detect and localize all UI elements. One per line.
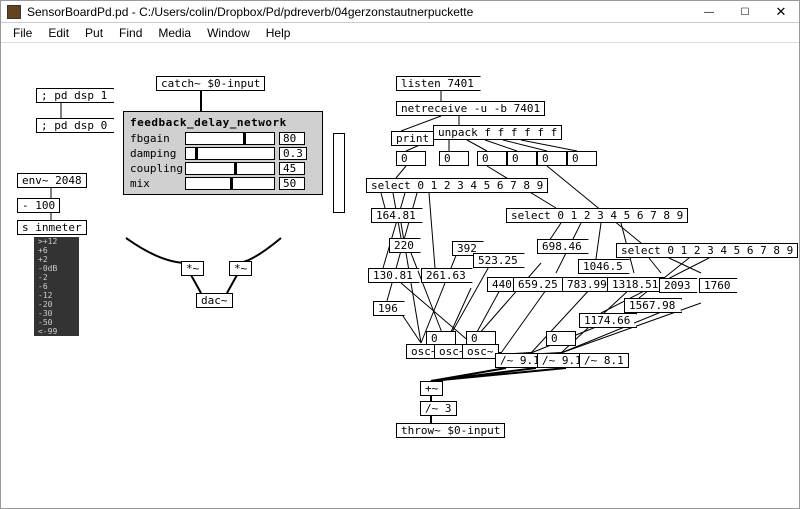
num-u4[interactable]: 0 (537, 151, 567, 166)
fdn-coupling-row: coupling 45 (130, 162, 316, 175)
maximize-button[interactable]: ☐ (727, 1, 763, 23)
msg-l[interactable]: 1046.5 (578, 259, 630, 274)
patch-canvas[interactable]: ; pd dsp 1 ; pd dsp 0 env~ 2048 - 100 s … (1, 43, 799, 508)
menu-media[interactable]: Media (150, 26, 199, 40)
msg-d[interactable]: 196 (373, 301, 405, 316)
msg-i[interactable]: 659.25 (513, 277, 565, 292)
app-window: SensorBoardPd.pd - C:/Users/colin/Dropbo… (0, 0, 800, 509)
num-u1[interactable]: 0 (439, 151, 469, 166)
msg-c[interactable]: 130.81 (368, 268, 420, 283)
obj-select-b[interactable]: select 0 1 2 3 4 5 6 7 8 9 (506, 208, 688, 223)
slider-fbgain[interactable] (185, 132, 275, 145)
num-env[interactable]: - 100 (17, 198, 60, 213)
msg-pd-dsp-1[interactable]: ; pd dsp 1 (36, 88, 114, 103)
subpatch-title: feedback_delay_network (130, 116, 316, 129)
obj-select-a[interactable]: select 0 1 2 3 4 5 6 7 8 9 (366, 178, 548, 193)
num-mix[interactable]: 50 (279, 177, 305, 190)
obj-mul2[interactable]: *~ (229, 261, 252, 276)
menu-file[interactable]: File (5, 26, 40, 40)
msg-g[interactable]: 523.25 (473, 253, 525, 268)
vu-meter: >+12+6+2 -0dB-2-6 -12-20-30 -50<-99 (34, 237, 79, 336)
slider-coupling[interactable] (185, 162, 275, 175)
obj-env[interactable]: env~ 2048 (17, 173, 87, 188)
slider-mix[interactable] (185, 177, 275, 190)
msg-listen[interactable]: listen 7401 (396, 76, 481, 91)
titlebar[interactable]: SensorBoardPd.pd - C:/Users/colin/Dropbo… (1, 1, 799, 23)
slider-damping[interactable] (185, 147, 275, 160)
num-coupling[interactable]: 45 (279, 162, 305, 175)
msg-j[interactable]: 698.46 (537, 239, 589, 254)
msg-q[interactable]: 1760 (699, 278, 738, 293)
obj-catch[interactable]: catch~ $0-input (156, 76, 265, 91)
menu-edit[interactable]: Edit (40, 26, 77, 40)
num-fbgain[interactable]: 80 (279, 132, 305, 145)
fdn-fbgain-row: fbgain 80 (130, 132, 316, 145)
obj-dac[interactable]: dac~ (196, 293, 233, 308)
num-u0[interactable]: 0 (396, 151, 426, 166)
num-osc3[interactable]: 0 (546, 331, 576, 346)
obj-div3[interactable]: /~ 8.1 (579, 353, 629, 368)
obj-select-c[interactable]: select 0 1 2 3 4 5 6 7 8 9 (616, 243, 798, 258)
fdn-mix-row: mix 50 (130, 177, 316, 190)
obj-print[interactable]: print (391, 131, 434, 146)
obj-osc3[interactable]: osc~ (462, 344, 499, 359)
menubar: File Edit Put Find Media Window Help (1, 23, 799, 43)
obj-throw[interactable]: throw~ $0-input (396, 423, 505, 438)
msg-p[interactable]: 2093 (659, 278, 698, 293)
obj-mul1[interactable]: *~ (181, 261, 204, 276)
msg-e[interactable]: 261.63 (421, 268, 473, 283)
obj-add[interactable]: +~ (420, 381, 443, 396)
obj-netreceive[interactable]: netreceive -u -b 7401 (396, 101, 545, 116)
minimize-button[interactable]: — (691, 1, 727, 23)
menu-put[interactable]: Put (77, 26, 111, 40)
vslider[interactable] (333, 133, 345, 213)
fdn-damping-row: damping 0.3 (130, 147, 316, 160)
msg-pd-dsp-0[interactable]: ; pd dsp 0 (36, 118, 114, 133)
close-button[interactable]: ✕ (763, 1, 799, 23)
msg-n[interactable]: 1174.66 (579, 313, 637, 328)
msg-a[interactable]: 164.81 (371, 208, 423, 223)
num-u5[interactable]: 0 (567, 151, 597, 166)
menu-window[interactable]: Window (199, 26, 258, 40)
msg-b[interactable]: 220 (389, 238, 421, 253)
num-damping[interactable]: 0.3 (279, 147, 307, 160)
obj-unpack[interactable]: unpack f f f f f f (433, 125, 562, 140)
subpatch-fdn[interactable]: feedback_delay_network fbgain 80 damping… (123, 111, 323, 195)
msg-o[interactable]: 1567.98 (624, 298, 682, 313)
num-u2[interactable]: 0 (477, 151, 507, 166)
obj-divfinal[interactable]: /~ 3 (420, 401, 457, 416)
pd-icon (7, 5, 21, 19)
menu-find[interactable]: Find (111, 26, 150, 40)
window-title: SensorBoardPd.pd - C:/Users/colin/Dropbo… (27, 5, 473, 19)
msg-m[interactable]: 1318.51 (607, 277, 665, 292)
menu-help[interactable]: Help (258, 26, 299, 40)
msg-k[interactable]: 783.99 (562, 277, 614, 292)
num-u3[interactable]: 0 (507, 151, 537, 166)
obj-s-inmeter[interactable]: s inmeter (17, 220, 87, 235)
